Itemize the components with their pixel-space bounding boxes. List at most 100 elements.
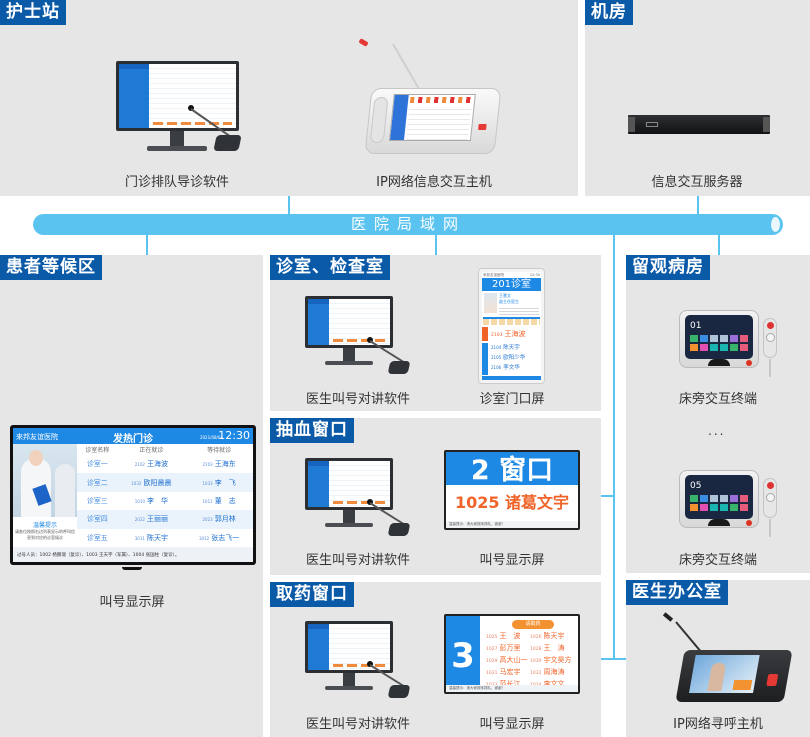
display-footer: 温馨提示：请大家按序排队，谢谢！ (446, 685, 578, 692)
pharmacy-call-display: 3 请取药 1025 王 波 1026 陈天宇 1027 彭万里 1028 王 涛 1029 高大… (444, 614, 580, 694)
zone-title: 机房 (585, 0, 633, 25)
next-patient: 1033 李 飞 (185, 473, 253, 492)
patient-name: 郭月林 (214, 515, 236, 524)
caption-doctor-software: 医生叫号对讲软件 (305, 717, 410, 732)
zone-title: 医生办公室 (626, 580, 728, 605)
pickup-entry: 1028 王 涛 (530, 644, 574, 654)
next-patient: 3012 张志飞一 (185, 529, 253, 547)
waiting-entry: 2106 李文华 (491, 363, 525, 373)
patient-name: 宇文昊方 (543, 656, 572, 664)
caption-doctor-software: 医生叫号对讲软件 (305, 392, 410, 407)
connector-doctor-office (601, 658, 626, 660)
waiting-label-block (482, 343, 488, 375)
zone-title: 护士站 (0, 0, 66, 25)
connector-nurse-station (288, 196, 290, 215)
patient-name: 李 华 (146, 496, 168, 505)
patient-name: 王海波 (146, 460, 168, 469)
notice-title: 温馨提示 (32, 522, 57, 529)
table-row: 诊室四 2022 王丽丽 2023 郭月林 (77, 510, 253, 529)
schedule-strip (483, 317, 540, 325)
patient-name: 周海涛 (543, 668, 565, 676)
patient-name: 欧阳少华 (503, 355, 526, 361)
door-room: 201诊室 (482, 278, 541, 291)
current-patient: 2022 王丽丽 (117, 510, 186, 529)
ip-paging-console (675, 650, 793, 702)
caption-bedside-terminal: 床旁交互终端 (678, 392, 757, 407)
queue-number: 1030 (530, 659, 542, 664)
hospital-lan-bus: 医院局域网 (33, 214, 783, 235)
patient-name: 陈天宇 (503, 345, 520, 351)
pickup-entry: 1031 马宏宇 (486, 668, 530, 678)
desk-microphone (365, 497, 415, 542)
ip-info-console (364, 88, 502, 154)
connector-machine-room (697, 196, 699, 215)
nurse-call-handset (763, 478, 777, 537)
call-number: 1025 (454, 493, 500, 513)
queue-number: 1029 (486, 659, 498, 664)
next-patient: 2023 郭月林 (185, 510, 253, 529)
column-header: 等待就诊 (185, 444, 253, 455)
blood-window-call-display: 2 窗口 1025 诸葛文宇 温馨提示：请大家按序排队，谢谢！ (444, 450, 580, 530)
emergency-button (478, 124, 487, 130)
caption-bedside-terminal: 床旁交互终端 (678, 553, 757, 568)
window-number: 3 (446, 616, 480, 685)
room-name: 诊室四 (77, 510, 118, 529)
desk-microphone (185, 103, 245, 158)
missed-numbers-footer: 过号人员：1002 杨鹏瑞（复诊）、1003 王天宇（军属）、1004 张国柱（… (13, 547, 253, 562)
caption-waiting-display: 叫号显示屏 (99, 595, 165, 610)
connector-waiting-area (146, 234, 148, 255)
queue-number: 2022 (134, 517, 145, 523)
patient-name: 高大山一 (499, 656, 528, 664)
queue-number: 1032 (530, 671, 542, 676)
queue-number: 3012 (199, 535, 210, 541)
queue-number: 3011 (134, 535, 145, 541)
pickup-entry: 1025 王 波 (486, 632, 530, 642)
room-name: 诊室三 (86, 496, 108, 505)
patient-name: 王海东 (214, 460, 236, 469)
column-header: 诊室名称 (77, 444, 118, 455)
column-header: 正在就诊 (117, 444, 186, 455)
doctor-photo (484, 293, 497, 313)
doctors-photo (13, 444, 77, 517)
more-terminals-ellipsis: ... (708, 424, 726, 438)
patient-name: 王 波 (499, 632, 521, 640)
room-name: 诊室一 (86, 460, 108, 469)
caption-door-screen: 诊室门口屏 (479, 392, 545, 407)
table-row: 诊室五 3011 陈天宇 3012 张志飞一 (77, 529, 253, 547)
patient-name: 李文华 (503, 365, 520, 371)
rack-server (628, 115, 770, 134)
zone-title: 留观病房 (626, 255, 710, 280)
emergency-button (766, 674, 779, 686)
queue-number: 1033 (202, 480, 213, 486)
room-name: 诊室五 (86, 533, 108, 542)
patient-name: 陈天宇 (146, 533, 168, 542)
patient-name: 王 涛 (543, 644, 565, 652)
bed-number: 01 (690, 321, 702, 331)
calling-label-block (482, 327, 488, 341)
waiting-entry: 2105 欧阳少华 (491, 353, 525, 363)
desk-microphone (365, 659, 415, 704)
current-patient: 1032 欧阳晨晨 (117, 473, 186, 492)
clinic-door-screen: 来邦友谊医院 12:30 201诊室 王慧文 副主任医生 2103 王海波 2104… (478, 268, 545, 384)
pickup-entry: 1030 宇文昊方 (530, 656, 574, 666)
queue-number: 1026 (530, 635, 542, 640)
window-number: 2 窗口 (446, 452, 578, 486)
queue-number: 1031 (486, 671, 498, 676)
notice-body: 请各位按照右边列表显示的呼叫信息到对应的诊室候诊 (15, 529, 75, 540)
patient-name: 张志飞一 (211, 533, 240, 542)
queue-number: 2105 (491, 355, 502, 360)
calling-name: 王海波 (504, 330, 526, 338)
zone-title: 诊室、检查室 (270, 255, 390, 280)
zone-title: 取药窗口 (270, 582, 354, 607)
pickup-entry: 1027 彭万里 (486, 644, 530, 654)
display-clock: 12:30 (218, 429, 250, 442)
table-row: 诊室三 1010 李 华 1011 董 志 (77, 492, 253, 510)
queue-number: 1027 (486, 647, 498, 652)
patient-name: 董 志 (214, 496, 236, 505)
waiting-call-display: 来邦友谊医院 发热门诊 2021/08/04 12:30 温馨提示 请各位按照右… (10, 425, 256, 570)
lan-label: 医院局域网 (351, 215, 467, 233)
queue-number: 1028 (530, 647, 542, 652)
caption-pharmacy-display: 叫号显示屏 (479, 717, 545, 732)
patient-name: 李 飞 (214, 478, 236, 487)
patient-name: 陈天宇 (543, 632, 565, 640)
